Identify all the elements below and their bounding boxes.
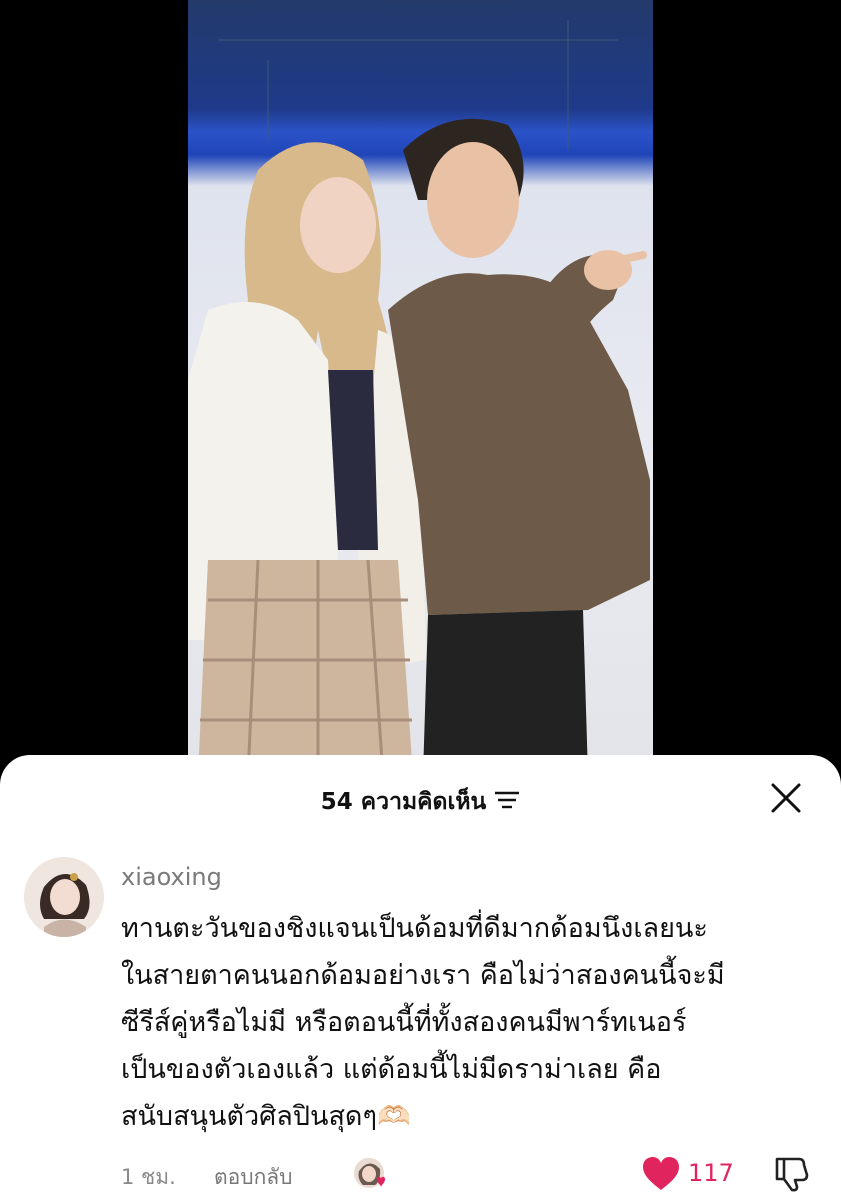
video-still bbox=[188, 20, 650, 775]
comments-count-label: 54 ความคิดเห็น bbox=[320, 789, 487, 815]
like-count: 117 bbox=[688, 1159, 734, 1187]
comment-text: ทานตะวันของชิงแจนเป็นด้อมที่ดีมากด้อมนึง… bbox=[121, 913, 725, 1132]
close-x-icon[interactable] bbox=[769, 781, 803, 815]
reply-button[interactable]: ตอบกลับ bbox=[214, 1161, 293, 1194]
sort-lines-icon[interactable] bbox=[494, 790, 520, 816]
commenter-avatar[interactable] bbox=[24, 857, 104, 937]
comment-meta: 1 ชม. ตอบกลับ 117 bbox=[121, 1157, 821, 1193]
comments-sheet: 54 ความคิดเห็น xiaoxing ทานตะวันของชิงแจ… bbox=[0, 755, 841, 1200]
comments-header: 54 ความคิดเห็น bbox=[0, 755, 841, 843]
comment-username[interactable]: xiaoxing bbox=[121, 863, 222, 891]
heart-icon[interactable] bbox=[641, 1155, 681, 1193]
comment-time: 1 ชม. bbox=[121, 1165, 176, 1189]
creator-liked-avatar bbox=[353, 1157, 387, 1191]
comments-count-title: 54 ความคิดเห็น bbox=[0, 784, 841, 820]
video-frame[interactable] bbox=[188, 0, 653, 775]
thumbs-down-icon[interactable] bbox=[771, 1153, 811, 1193]
